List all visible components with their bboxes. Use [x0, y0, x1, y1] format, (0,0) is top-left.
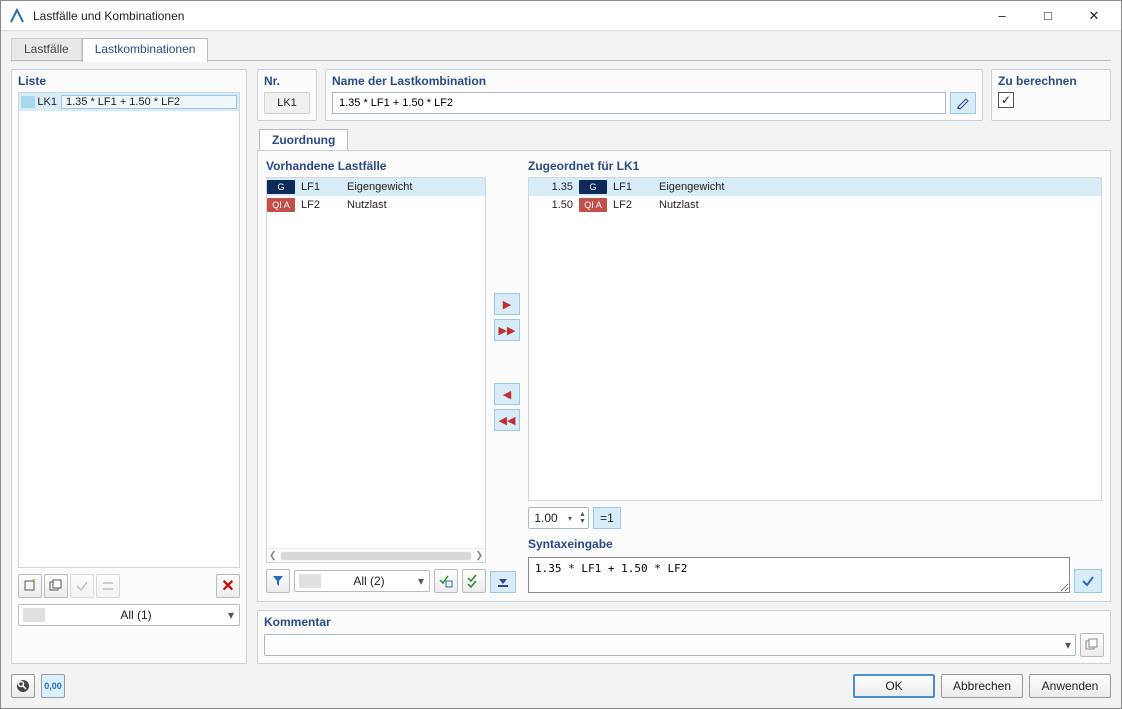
tab-assignment[interactable]: Zuordnung — [259, 129, 348, 150]
tab-combinations[interactable]: Lastkombinationen — [82, 38, 209, 62]
maximize-button[interactable]: □ — [1025, 1, 1071, 31]
factor-spinner[interactable]: 1.00 ▾ ▲▼ — [528, 507, 589, 529]
name-input[interactable] — [332, 92, 946, 114]
add-one-button[interactable]: ▶ — [494, 293, 520, 315]
apply-button[interactable]: Anwenden — [1029, 674, 1111, 698]
minimize-button[interactable]: – — [979, 1, 1025, 31]
filter-button[interactable] — [266, 569, 290, 593]
chevron-down-icon: ▾ — [563, 514, 577, 523]
list-item[interactable]: LK1 1.35 * LF1 + 1.50 * LF2 — [19, 93, 239, 111]
table-row[interactable]: G LF1 Eigengewicht — [267, 178, 485, 196]
ok-button[interactable]: OK — [853, 674, 935, 698]
toolbar-button-4 — [96, 574, 120, 598]
color-swatch — [21, 96, 35, 108]
assigned-list[interactable]: 1.35 G LF1 Eigengewicht 1.50 QI A LF2 Nu… — [528, 177, 1102, 501]
combination-list[interactable]: LK1 1.35 * LF1 + 1.50 * LF2 — [18, 92, 240, 568]
help-button[interactable] — [11, 674, 35, 698]
edit-name-button[interactable] — [950, 92, 976, 114]
remove-one-button[interactable]: ◀ — [494, 383, 520, 405]
window-title: Lastfälle und Kombinationen — [33, 9, 979, 23]
category-badge: G — [267, 180, 295, 194]
nr-label: Nr. — [264, 74, 310, 88]
close-button[interactable]: ✕ — [1071, 1, 1117, 31]
assigned-label: Zugeordnet für LK1 — [528, 159, 1102, 173]
syntax-input[interactable] — [528, 557, 1070, 593]
move-down-button[interactable] — [490, 571, 516, 593]
horizontal-scrollbar[interactable]: ❮ ❯ — [267, 548, 485, 562]
table-row[interactable]: 1.50 QI A LF2 Nutzlast — [529, 196, 1101, 214]
check-select-button[interactable] — [434, 569, 458, 593]
list-filter-combo[interactable]: All (1) ▾ — [18, 604, 240, 626]
titlebar: Lastfälle und Kombinationen – □ ✕ — [1, 1, 1121, 31]
nr-value[interactable]: LK1 — [264, 92, 310, 114]
units-button[interactable]: 0,00 — [41, 674, 65, 698]
filter-swatch — [299, 574, 321, 588]
calc-checkbox[interactable] — [998, 92, 1014, 108]
top-tabs: Lastfälle Lastkombinationen — [11, 37, 1111, 61]
table-row[interactable]: 1.35 G LF1 Eigengewicht — [529, 178, 1101, 196]
app-icon — [9, 8, 25, 24]
delete-button[interactable]: ✕ — [216, 574, 240, 598]
available-filter-combo[interactable]: All (2) ▾ — [294, 570, 430, 592]
comment-label: Kommentar — [264, 615, 1104, 629]
chevron-down-icon: ▾ — [223, 608, 239, 622]
available-list[interactable]: G LF1 Eigengewicht QI A LF2 Nutzlast — [266, 177, 486, 563]
remove-all-button[interactable]: ◀◀ — [494, 409, 520, 431]
comment-combo[interactable]: ▾ — [264, 634, 1076, 656]
category-badge: QI A — [267, 198, 295, 212]
toolbar-button-3 — [70, 574, 94, 598]
list-label: Liste — [18, 74, 240, 88]
cancel-button[interactable]: Abbrechen — [941, 674, 1023, 698]
copy-button[interactable] — [44, 574, 68, 598]
add-all-button[interactable]: ▶▶ — [494, 319, 520, 341]
tab-loadcases[interactable]: Lastfälle — [11, 38, 82, 62]
filter-swatch — [23, 608, 45, 622]
chevron-down-icon: ▾ — [1065, 638, 1071, 652]
factor-equal-button[interactable]: =1 — [593, 507, 621, 529]
calc-label: Zu berechnen — [998, 74, 1104, 88]
comment-extra-button[interactable] — [1080, 633, 1104, 657]
syntax-label: Syntaxeingabe — [528, 537, 1102, 551]
syntax-check-button[interactable] — [1074, 569, 1102, 593]
table-row[interactable]: QI A LF2 Nutzlast — [267, 196, 485, 214]
category-badge: QI A — [579, 198, 607, 212]
new-button[interactable] — [18, 574, 42, 598]
name-label: Name der Lastkombination — [332, 74, 976, 88]
available-label: Vorhandene Lastfälle — [266, 159, 486, 173]
chevron-down-icon: ▾ — [413, 574, 429, 588]
check-all-button[interactable] — [462, 569, 486, 593]
category-badge: G — [579, 180, 607, 194]
